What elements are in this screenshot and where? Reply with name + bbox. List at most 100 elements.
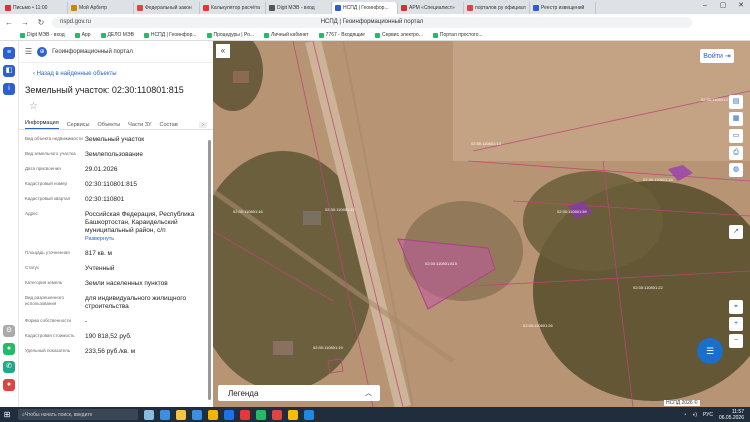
login-button[interactable]: Войти ⇥ [700,49,734,63]
measure-icon[interactable]: ▭ [729,129,743,143]
info-tab[interactable]: Части ЗУ [128,122,151,128]
attribute-key: Вид разрешенного использования [25,295,65,306]
url-input[interactable]: nspd.gov.ru НСПД | Геоинформационный пор… [52,16,692,28]
collapse-panel-button[interactable]: « [216,44,230,58]
browser-tab[interactable]: Digit МЭВ - вход [266,2,332,14]
info-tab[interactable]: Информация [25,120,59,129]
clock[interactable]: 11:57 06.05.2026 [719,409,744,421]
bookmark-item[interactable]: App [74,32,91,38]
parcel-label[interactable]: 02:30:110801:19 [313,345,344,350]
info-tab[interactable]: Сервисы [67,122,90,128]
layers-toggle-icon[interactable]: ▤ [729,95,743,109]
info-tab[interactable]: Состав [160,122,178,128]
bookmark-item[interactable]: НСПД | Геоинфор... [143,32,197,38]
browser-tab[interactable]: Мой Арбитр [68,2,134,14]
volume-icon[interactable]: ◖) [692,412,697,418]
zoom-out-icon[interactable]: − [729,334,743,348]
vk-icon[interactable] [304,409,314,420]
route-icon[interactable]: ↗ [729,225,743,239]
attribute-value: Земли населенных пунктов [85,280,168,288]
whatsapp-icon[interactable]: ● [3,343,15,355]
bookmark-label: 7767 - Входящие [325,32,365,38]
parcel-label[interactable]: 02:30:110801:22 [633,285,664,290]
browser-tab[interactable]: Письмо • 11:00 [2,2,68,14]
close-icon[interactable]: ✕ [732,0,750,12]
favorite-star-icon[interactable]: ☆ [19,99,213,116]
legend-panel[interactable]: Легенда ︿ [218,385,380,401]
attribute-row: Категория земель Земли населенных пункто… [25,280,207,288]
yandex-icon[interactable] [208,409,218,420]
back-to-results-link[interactable]: ‹ Назад в найденные объекты [19,63,213,81]
browser-tab[interactable]: Калькулятор расчёта [200,2,266,14]
store-icon[interactable] [192,409,202,420]
expand-address-link[interactable]: Развернуть [85,236,114,242]
reload-icon[interactable]: ↻ [36,18,46,27]
word-icon[interactable] [224,409,234,420]
bookmark-item[interactable]: 7767 - Входящие [318,32,365,38]
parcel-label[interactable]: 02:30:110801:16 [233,209,264,214]
bookmark-item[interactable]: Портал простого... [432,32,483,38]
info-icon[interactable]: i [3,83,15,95]
satellite-map[interactable]: 02:30:110801:815 02:30:110801:16 02:30:110… [213,41,750,407]
edge-icon[interactable] [160,409,170,420]
basemap-icon[interactable]: ▦ [729,112,743,126]
browser-tab[interactable]: Реестр извещений [530,2,596,14]
maximize-icon[interactable]: ▢ [714,0,732,12]
tab-label: Письмо • 11:00 [13,5,48,11]
map-view[interactable]: 02:30:110801:815 02:30:110801:16 02:30:110… [213,41,750,407]
explorer-icon[interactable] [176,409,186,420]
browser-tab[interactable]: порталов ру официал [464,2,530,14]
bookmark-item[interactable]: Процедуры | Ро... [206,32,255,38]
bookmark-item[interactable]: Личный кабинет [264,32,309,38]
network-icon[interactable]: ◔ [683,412,686,418]
attribute-key: Площадь уточненная [25,250,70,255]
back-arrow-icon[interactable]: ← [4,18,14,27]
bookmark-item[interactable]: Digit МЭВ - вход [20,32,65,38]
nspd-logo-icon[interactable]: ⊕ [37,46,48,57]
bookmark-item[interactable]: Сервис электро... [374,32,423,38]
language-indicator[interactable]: РУС [703,412,713,418]
mail-taskbar-icon[interactable] [272,409,282,420]
chrome-icon[interactable] [288,409,298,420]
browser-tab[interactable]: НСПД | Геоинфор... [332,2,398,14]
attribute-key: Дата присвоения [25,166,61,171]
taskview-icon[interactable] [144,409,154,420]
windows-start-icon[interactable]: ⊞ [2,410,12,420]
print-icon[interactable]: ⎙ [729,146,743,160]
notification-icon[interactable]: ● [3,379,15,391]
parcel-label[interactable]: 02:30:110801:39 [557,209,588,214]
zoom-in-icon[interactable]: + [729,317,743,331]
parcel-label[interactable]: 02:30:110801:815 [425,261,458,266]
acrobat-icon[interactable] [240,409,250,420]
browser-tab[interactable]: АРМ «Специалист» [398,2,464,14]
chat-support-icon[interactable]: ☰ [697,338,723,364]
taskbar-search-input[interactable]: ⌕ Чтобы начать поиск, введите [18,409,138,420]
settings-icon[interactable]: ⚙ [3,325,15,337]
ruler-icon[interactable]: ◧ [3,65,15,77]
parcel-label[interactable]: 02:30:110801:13 [471,141,502,146]
layers-icon[interactable]: ≡ [3,47,15,59]
attribute-value: 02:30:110801:815 [85,181,137,189]
globe-icon[interactable]: ◍ [729,163,743,177]
info-tab[interactable]: Объекты [97,122,120,128]
minimize-icon[interactable]: – [696,0,714,12]
bookmark-item[interactable]: ДЕЛО МЭВ [100,32,134,38]
bookmark-label: Процедуры | Ро... [213,32,255,38]
browser-tab[interactable]: Федеральный закон [134,2,200,14]
parcel-label[interactable]: 02:30:110801:18 [643,177,674,182]
parcel-label[interactable]: 02:30:110801:26 [523,323,554,328]
attribute-row: Форма собственности - [25,318,207,326]
tabs-scroll-right-icon[interactable]: › [199,121,207,128]
forward-arrow-icon[interactable]: → [20,18,30,27]
panel-scrollbar[interactable] [208,140,211,400]
parcel-label[interactable]: 02:30:110801:12 [325,207,356,212]
my-location-icon[interactable]: ⌖ [729,300,743,314]
phone-icon[interactable]: ✆ [3,361,15,373]
whatsapp-taskbar-icon[interactable] [256,409,266,420]
legend-label: Легенда [228,388,259,398]
window-controls: – ▢ ✕ [696,0,750,12]
menu-icon[interactable]: ☰ [25,47,32,56]
attribute-value-text: Земельный участок [85,136,145,143]
parcel-label[interactable]: 02:30:110801:2 [701,97,729,102]
attribute-value-text: - [85,318,88,325]
